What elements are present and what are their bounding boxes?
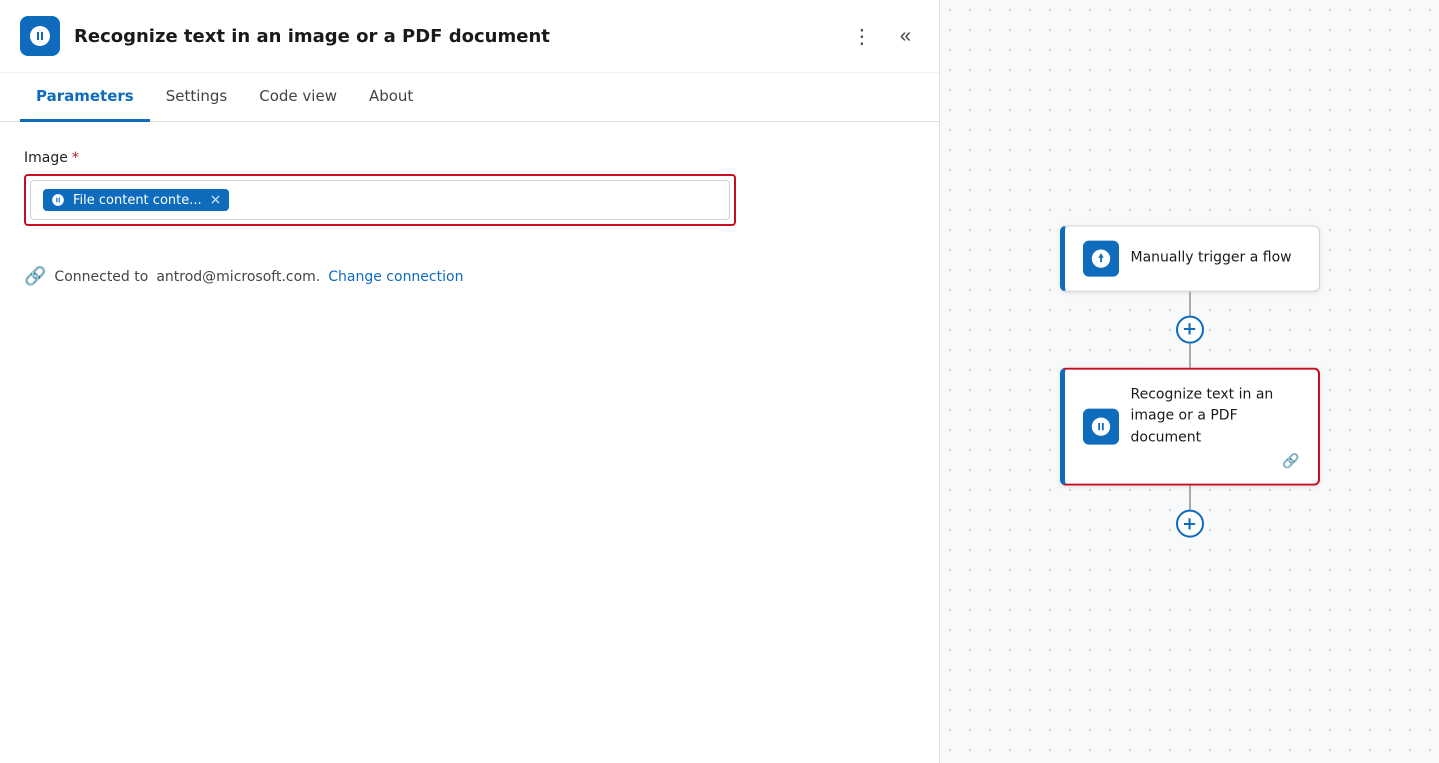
- connector-line-1: [1189, 291, 1191, 315]
- token-trigger-icon: [51, 193, 65, 207]
- panel-content: Image * File content conte... ×: [0, 122, 939, 763]
- trigger-node-icon: [1083, 240, 1119, 276]
- image-field-group: Image * File content conte... ×: [24, 150, 915, 226]
- connector-line-2: [1189, 343, 1191, 367]
- image-field-wrapper: File content conte... ×: [24, 174, 736, 226]
- recognize-node-footer: 🔗: [1131, 448, 1300, 470]
- connection-email: antrod@microsoft.com.: [156, 269, 320, 285]
- panel-header: Recognize text in an image or a PDF docu…: [0, 0, 939, 73]
- tab-about[interactable]: About: [353, 73, 429, 122]
- change-connection-link[interactable]: Change connection: [328, 269, 463, 285]
- panel-icon: [20, 16, 60, 56]
- flow-canvas: Manually trigger a flow + Recognize text…: [1060, 225, 1320, 538]
- more-options-button[interactable]: ⋮: [844, 20, 880, 53]
- image-field-input[interactable]: File content conte... ×: [30, 180, 730, 220]
- ocr-icon: [28, 24, 52, 48]
- connector-1: +: [1176, 291, 1204, 367]
- tab-parameters[interactable]: Parameters: [20, 73, 150, 122]
- token-close-button[interactable]: ×: [210, 192, 222, 208]
- connection-prefix: Connected to: [54, 269, 148, 285]
- add-step-button-1[interactable]: +: [1176, 315, 1204, 343]
- panel-title: Recognize text in an image or a PDF docu…: [74, 26, 830, 47]
- tab-codeview[interactable]: Code view: [243, 73, 353, 122]
- recognize-node-label: Recognize text in an image or a PDF docu…: [1131, 386, 1274, 445]
- connector-line-3: [1189, 486, 1191, 510]
- trigger-node-label: Manually trigger a flow: [1131, 248, 1292, 268]
- image-field-label: Image *: [24, 150, 915, 166]
- recognize-icon: [1090, 416, 1112, 438]
- tab-settings[interactable]: Settings: [150, 73, 244, 122]
- connector-2: +: [1176, 486, 1204, 538]
- right-panel: Manually trigger a flow + Recognize text…: [940, 0, 1439, 763]
- token-icon: [51, 192, 67, 208]
- recognize-node[interactable]: Recognize text in an image or a PDF docu…: [1060, 367, 1320, 486]
- tabs: Parameters Settings Code view About: [0, 73, 939, 122]
- required-star: *: [72, 150, 79, 166]
- token-label: File content conte...: [73, 193, 202, 208]
- header-actions: ⋮ «: [844, 20, 919, 53]
- node-link-icon: 🔗: [1282, 454, 1299, 470]
- link-icon: 🔗: [24, 266, 46, 287]
- recognize-node-content: Recognize text in an image or a PDF docu…: [1131, 383, 1300, 470]
- trigger-node[interactable]: Manually trigger a flow: [1060, 225, 1320, 291]
- trigger-icon: [1090, 247, 1112, 269]
- add-step-button-2[interactable]: +: [1176, 510, 1204, 538]
- connection-row: 🔗 Connected to antrod@microsoft.com. Cha…: [24, 266, 915, 287]
- recognize-node-icon: [1083, 409, 1119, 445]
- collapse-button[interactable]: «: [892, 21, 919, 52]
- left-panel: Recognize text in an image or a PDF docu…: [0, 0, 940, 763]
- file-content-token[interactable]: File content conte... ×: [43, 189, 229, 211]
